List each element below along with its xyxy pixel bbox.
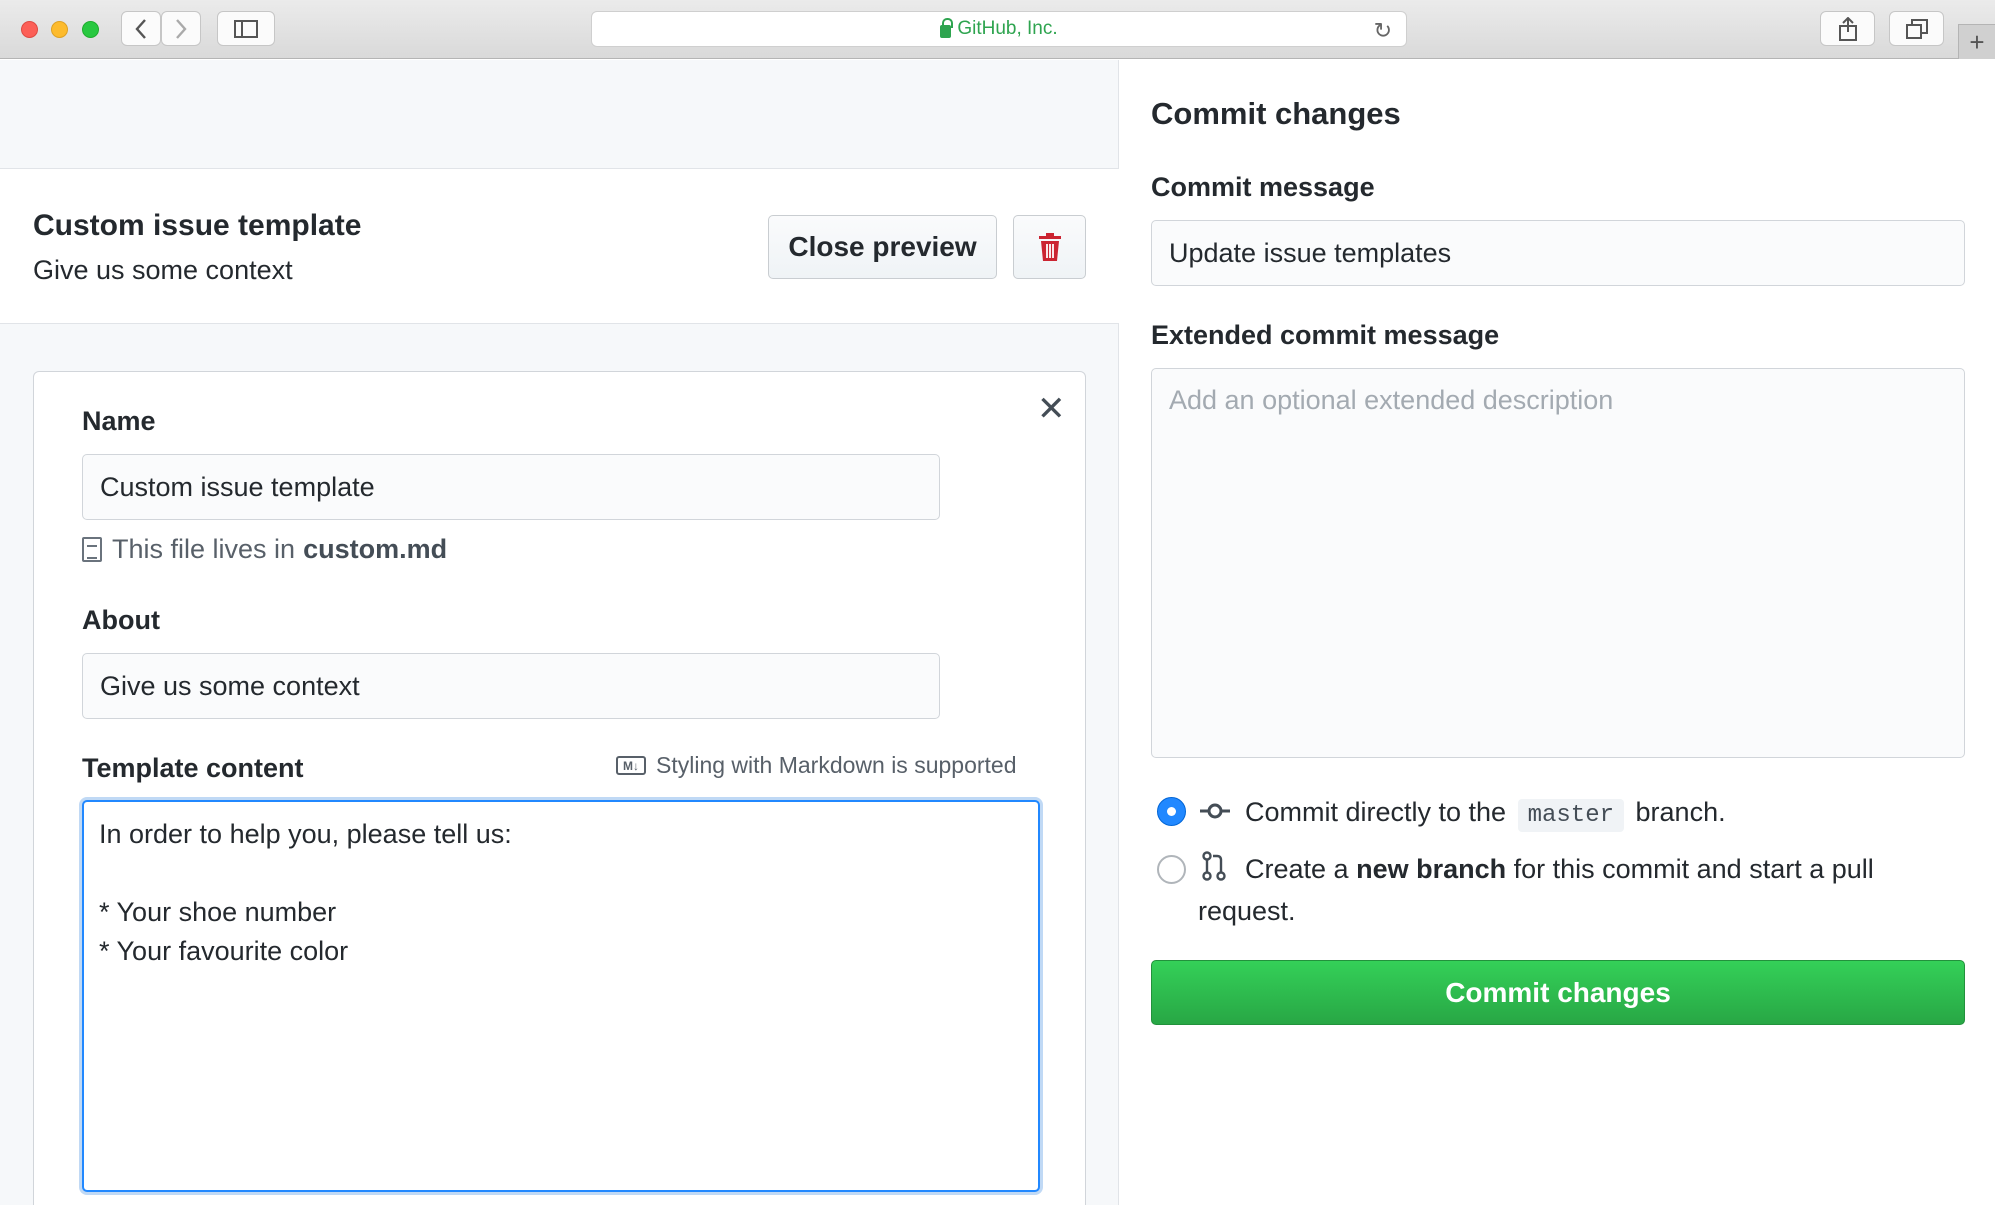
- trash-icon: [1038, 233, 1061, 261]
- extended-message-label: Extended commit message: [1151, 320, 1500, 350]
- name-input[interactable]: Custom issue template: [82, 454, 940, 520]
- tabs-icon: [1905, 18, 1928, 39]
- commit-direct-prefix: Commit directly to the: [1245, 797, 1507, 827]
- share-button[interactable]: [1820, 11, 1875, 46]
- git-pull-request-icon: [1202, 851, 1226, 881]
- template-title: Custom issue template: [33, 209, 362, 242]
- about-label: About: [82, 605, 160, 635]
- reload-icon[interactable]: ↻: [1374, 18, 1392, 44]
- file-location-note: This file lives in custom.md: [82, 534, 447, 565]
- back-button[interactable]: [121, 11, 161, 46]
- about-input[interactable]: Give us some context: [82, 653, 940, 719]
- forward-button[interactable]: [161, 11, 201, 46]
- markdown-hint-label: Styling with Markdown is supported: [656, 752, 1017, 778]
- template-form: ✕ Name Custom issue template This file l…: [33, 371, 1086, 1205]
- file-icon: [82, 537, 102, 562]
- address-bar[interactable]: GitHub, Inc. ↻: [591, 11, 1407, 47]
- new-branch-prefix: Create a: [1245, 854, 1349, 884]
- new-tab-button[interactable]: +: [1958, 24, 1995, 59]
- template-content-textarea[interactable]: In order to help you, please tell us: * …: [82, 800, 1040, 1192]
- template-subtitle: Give us some context: [33, 255, 293, 285]
- new-branch-suffix: for this commit and start a pull: [1513, 854, 1874, 884]
- close-preview-button[interactable]: Close preview: [768, 215, 997, 279]
- close-icon[interactable]: ✕: [1037, 392, 1066, 426]
- file-note-prefix: This file lives in: [112, 534, 296, 564]
- template-editor-pane: Custom issue template Give us some conte…: [0, 60, 1119, 1205]
- new-branch-suffix-line2: request.: [1198, 896, 1296, 926]
- extended-message-textarea[interactable]: Add an optional extended description: [1151, 368, 1965, 758]
- browser-toolbar: GitHub, Inc. ↻ +: [0, 0, 1995, 59]
- commit-message-label: Commit message: [1151, 172, 1375, 202]
- chevron-right-icon: [176, 18, 187, 39]
- share-icon: [1838, 16, 1857, 41]
- sidebar-toggle-button[interactable]: [217, 11, 275, 46]
- minimize-window-button[interactable]: [51, 21, 68, 38]
- commit-title: Commit changes: [1151, 96, 1401, 131]
- commit-new-branch-option[interactable]: Create a new branch for this commit and …: [1245, 848, 1874, 890]
- commit-changes-button[interactable]: Commit changes: [1151, 960, 1965, 1025]
- tabs-overview-button[interactable]: [1889, 11, 1944, 46]
- zoom-window-button[interactable]: [82, 21, 99, 38]
- delete-template-button[interactable]: [1013, 215, 1086, 279]
- git-commit-icon: [1200, 803, 1230, 819]
- markdown-hint[interactable]: M↓ Styling with Markdown is supported: [616, 752, 1017, 779]
- template-content-label: Template content: [82, 753, 304, 783]
- close-window-button[interactable]: [21, 21, 38, 38]
- commit-message-input[interactable]: Update issue templates: [1151, 220, 1965, 286]
- commit-direct-radio[interactable]: [1157, 797, 1186, 826]
- branch-name: master: [1517, 799, 1625, 832]
- commit-direct-suffix: branch.: [1635, 797, 1726, 827]
- markdown-icon: M↓: [616, 756, 646, 775]
- lock-icon: [940, 17, 954, 38]
- template-header: Custom issue template Give us some conte…: [0, 168, 1119, 324]
- new-branch-bold: new branch: [1356, 854, 1507, 884]
- address-bar-label: GitHub, Inc.: [957, 18, 1058, 39]
- commit-new-branch-radio[interactable]: [1157, 855, 1186, 884]
- sidebar-icon: [234, 19, 258, 38]
- commit-direct-option[interactable]: Commit directly to the master branch.: [1245, 791, 1726, 837]
- name-label: Name: [82, 406, 156, 436]
- file-name: custom.md: [303, 534, 448, 564]
- commit-pane: Commit changes Commit message Update iss…: [1120, 60, 1995, 1205]
- chevron-left-icon: [135, 18, 146, 39]
